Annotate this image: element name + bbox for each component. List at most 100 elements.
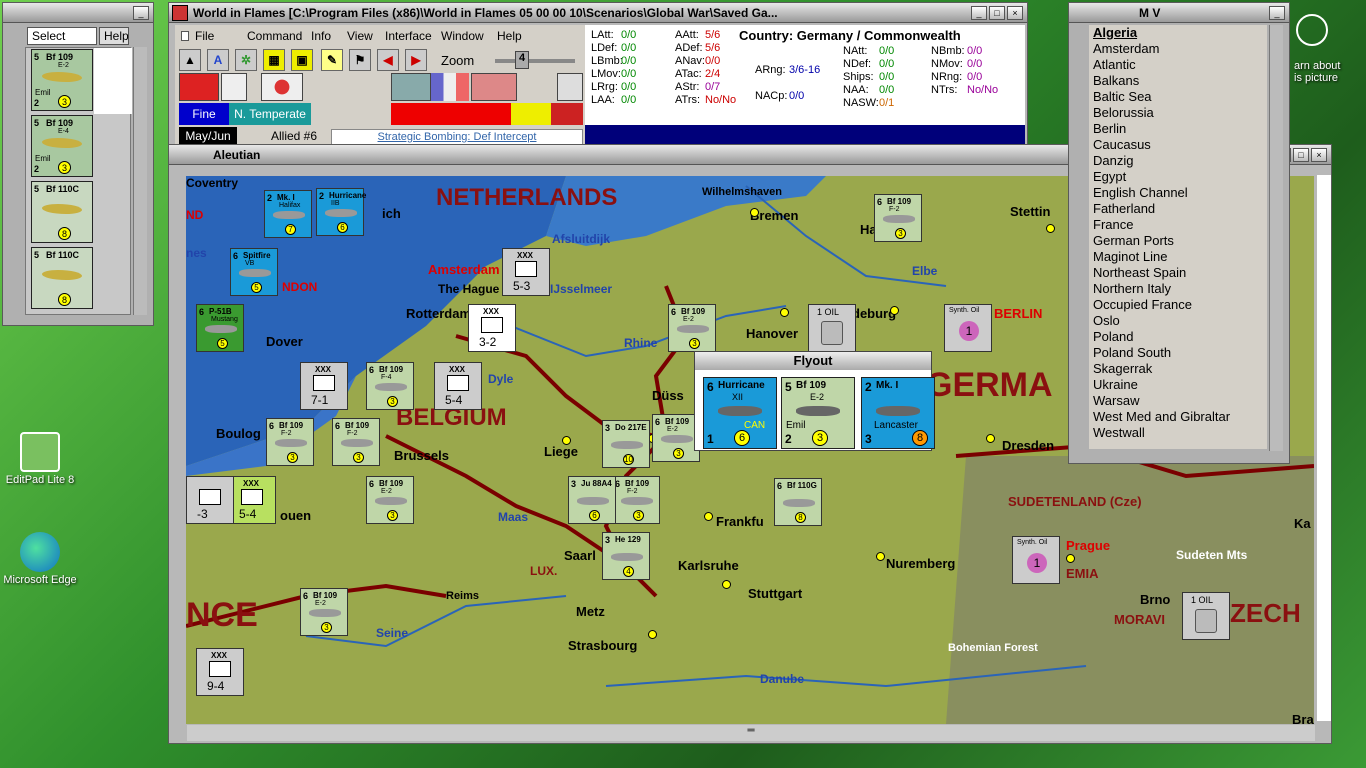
mv-list-item[interactable]: Algeria [1089,25,1267,41]
mv-list-item[interactable]: Amsterdam [1089,41,1267,57]
minimize-icon[interactable]: _ [1269,6,1285,20]
mv-list-item[interactable]: Warsaw [1089,393,1267,409]
font-a-icon[interactable]: A [207,49,229,71]
mv-list-item[interactable]: English Channel [1089,185,1267,201]
flag-germany[interactable] [179,73,219,101]
flyout-card[interactable]: 2 Mk. I Lancaster 3 8 [861,377,935,449]
select-counter[interactable]: 5 Bf 110C 8 [31,181,93,243]
flag-uk[interactable] [391,73,431,101]
mv-list-item[interactable]: Berlin [1089,121,1267,137]
select-counter[interactable]: 5 Bf 109 E-2 Emil 2 3 [31,49,93,111]
mv-list-item[interactable]: Balkans [1089,73,1267,89]
mv-list-item[interactable]: France [1089,217,1267,233]
minimize-icon[interactable]: _ [971,6,987,20]
menu-help[interactable]: Help [497,29,522,43]
tab-help[interactable]: Help [99,27,129,45]
map-air-counter[interactable]: 6 Bf 110G 8 [774,478,822,526]
tab-select[interactable]: Select [27,27,97,45]
mv-list-item[interactable]: Baltic Sea [1089,89,1267,105]
mv-list-item[interactable]: Belorussia [1089,105,1267,121]
menu-file[interactable]: File [195,29,214,43]
map-air-counter[interactable]: 2 Hurricane IIB 6 [316,188,366,236]
select-window-titlebar[interactable] [3,3,153,23]
flyout-card[interactable]: 5 Bf 109 E-2 Emil 2 3 [781,377,855,449]
flyout-card[interactable]: 6 Hurricane XII CAN 1 6 [703,377,777,449]
select-counter[interactable]: 5 Bf 110C 8 [31,247,93,309]
mv-list-item[interactable]: Westwall [1089,425,1267,441]
select-scrollbar[interactable] [133,47,147,315]
map-air-counter[interactable]: 6 Bf 109 E-2 3 [300,588,348,636]
mv-window-titlebar[interactable]: M V [1069,3,1289,23]
desktop-icon-edge[interactable]: Microsoft Edge [0,532,80,586]
synth-oil-counter[interactable]: Synth. Oil 1 [944,304,992,352]
map-air-counter[interactable]: 6 Bf 109 E-2 3 [366,476,414,524]
gear-icon[interactable]: ✲ [235,49,257,71]
map-air-counter[interactable]: 3 He 129 4 [602,532,650,580]
mv-list-item[interactable]: Poland South [1089,345,1267,361]
map-scrollbar[interactable] [1317,175,1331,721]
mv-list-item[interactable]: Maginot Line [1089,249,1267,265]
spotlight-icon[interactable] [1296,14,1328,46]
menu-view[interactable]: View [347,29,373,43]
synth-oil-counter[interactable]: Synth. Oil 1 [1012,536,1060,584]
map-ground-unit[interactable]: -3 [186,476,234,524]
close-icon[interactable]: × [1007,6,1023,20]
oil-counter[interactable]: 1 OIL [1182,592,1230,640]
arrow-right-icon[interactable]: ▶ [405,49,427,71]
map-air-counter[interactable]: 3 Do 217E 10 [602,420,650,468]
mv-list-item[interactable]: Ukraine [1089,377,1267,393]
maximize-icon[interactable]: □ [989,6,1005,20]
select-counter[interactable]: 5 Bf 109 E-4 Emil 2 3 [31,115,93,177]
map-air-counter[interactable]: 6 P-51B Mustang 5 [196,304,244,352]
map-ground-unit[interactable]: XXX 5-4 [228,476,276,524]
desktop-icon-editpad[interactable]: EditPad Lite 8 [0,432,80,486]
flag-usa[interactable] [471,73,517,101]
zoom-slider[interactable] [495,59,575,63]
minimize-icon[interactable]: _ [133,6,149,20]
mv-list-item[interactable]: Danzig [1089,153,1267,169]
map-air-counter[interactable]: 6 Bf 109 E-2 3 [668,304,716,352]
arrow-left-icon[interactable]: ◀ [377,49,399,71]
map-ground-unit[interactable]: XXX 3-2 [468,304,516,352]
map-air-counter[interactable]: 6 Bf 109 F-2 3 [874,194,922,242]
mv-list-item[interactable]: German Ports [1089,233,1267,249]
map-air-counter[interactable]: 6 Bf 109 F-4 3 [366,362,414,410]
mv-list-item[interactable]: Fatherland [1089,201,1267,217]
tank-icon[interactable]: ▲ [179,49,201,71]
map-air-counter[interactable]: 6 Bf 109 E-2 3 [652,414,700,462]
flag-france[interactable] [431,73,469,101]
map-air-counter[interactable]: 6 Bf 109 F-2 3 [266,418,314,466]
map-ground-unit[interactable]: XXX 9-4 [196,648,244,696]
map-air-counter[interactable]: 6 Bf 109 F-2 3 [612,476,660,524]
menu-interface[interactable]: Interface [385,29,432,43]
flag-swiss[interactable] [221,73,247,101]
mv-list-item[interactable]: Egypt [1089,169,1267,185]
mv-list-item[interactable]: Northern Italy [1089,281,1267,297]
zoom-slider-thumb[interactable]: 4 [515,51,529,69]
close-icon[interactable]: × [1311,148,1327,162]
menu-window[interactable]: Window [441,29,484,43]
grid2-icon[interactable]: ▣ [291,49,313,71]
mv-list-item[interactable]: West Med and Gibraltar [1089,409,1267,425]
map-air-counter[interactable]: 6 Bf 109 F-2 3 [332,418,380,466]
mv-list-item[interactable]: Atlantic [1089,57,1267,73]
flag-japan[interactable] [261,73,303,101]
mv-list-item[interactable]: Caucasus [1089,137,1267,153]
grid-icon[interactable]: ▦ [263,49,285,71]
mv-list-item[interactable]: Occupied France [1089,297,1267,313]
map-air-counter[interactable]: 3 Ju 88A4 6 [568,476,616,524]
mv-list-item[interactable]: Poland [1089,329,1267,345]
maximize-icon[interactable]: □ [1293,148,1309,162]
map-bottom-bar[interactable]: ═ [187,725,1315,741]
mv-list-item[interactable]: Oslo [1089,313,1267,329]
mv-scrollbar[interactable] [1269,25,1283,451]
pin-icon[interactable]: ✎ [321,49,343,71]
map-air-counter[interactable]: 6 Spitfire VB 5 [230,248,278,296]
map-air-counter[interactable]: 2 Mk. I Halifax 7 [264,190,312,238]
mv-list-item[interactable]: Skagerrak [1089,361,1267,377]
menu-command[interactable]: Command [247,29,302,43]
map-ground-unit[interactable]: XXX 7-1 [300,362,348,410]
oil-counter[interactable]: 1 OIL [808,304,856,352]
mv-list-item[interactable]: Northeast Spain [1089,265,1267,281]
main-window-titlebar[interactable]: World in Flames [C:\Program Files (x86)\… [169,3,1027,23]
